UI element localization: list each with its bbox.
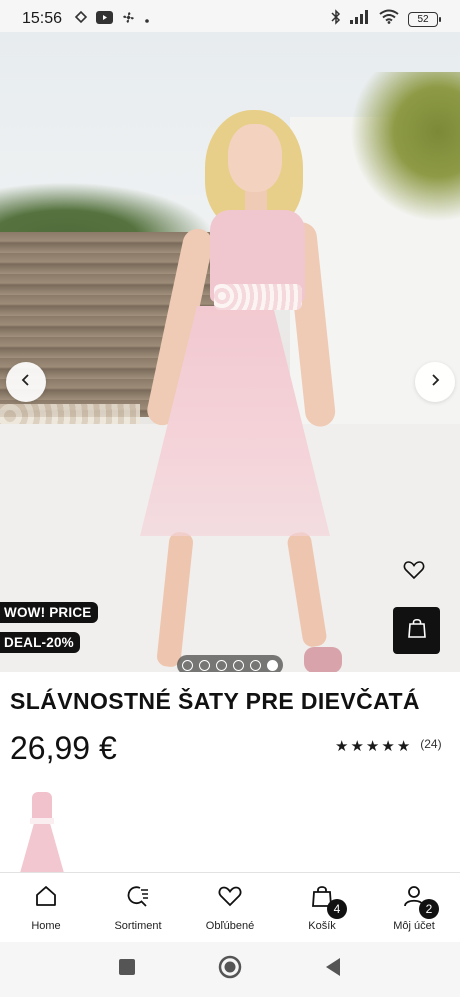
- back-button[interactable]: [324, 957, 342, 982]
- heart-icon: [218, 885, 242, 912]
- add-to-favorites-button[interactable]: [403, 560, 429, 584]
- product-image-carousel[interactable]: WOW! PRICE DEAL-20%: [0, 32, 460, 672]
- dot-icon: [144, 11, 150, 28]
- nav-account[interactable]: 2 Môj účet: [368, 885, 460, 932]
- cart-count-badge: 4: [327, 899, 347, 919]
- fan-icon: [121, 10, 136, 29]
- product-title: SLÁVNOSTNÉ ŠATY PRE DIEVČATÁ: [10, 688, 420, 714]
- carousel-dot[interactable]: [216, 659, 227, 671]
- system-navigation-bar: [0, 942, 460, 997]
- heart-icon: [403, 561, 425, 584]
- star-icon: ★: [396, 738, 411, 755]
- product-rating[interactable]: ★ ★ ★ ★ ★ (24): [335, 737, 442, 755]
- nav-favorites[interactable]: Obľúbené: [184, 885, 276, 932]
- shopping-bag-icon: [407, 617, 427, 644]
- carousel-dot[interactable]: [199, 659, 210, 671]
- nav-label: Obľúbené: [205, 920, 255, 932]
- product-price: 26,99 €: [10, 730, 117, 766]
- chevron-right-icon: [428, 373, 442, 392]
- nav-label: Sortiment: [114, 920, 162, 932]
- color-variant-thumbnail[interactable]: [14, 788, 70, 872]
- carousel-indicator: [177, 655, 283, 672]
- model-shoe-right: [304, 647, 342, 672]
- thumb-dress-lace: [30, 818, 54, 824]
- nav-label: Home: [31, 920, 61, 932]
- bluetooth-icon: [331, 8, 341, 30]
- star-icon: ★: [335, 738, 349, 755]
- background-palm: [350, 72, 460, 222]
- google-pay-icon: [74, 10, 88, 28]
- search-list-icon: [126, 885, 150, 912]
- status-bar-left: 15:56: [22, 10, 150, 29]
- nav-home[interactable]: Home: [0, 885, 92, 932]
- model-face: [228, 124, 282, 192]
- nav-cart[interactable]: 4 Košík: [276, 885, 368, 932]
- background-stones: [0, 404, 140, 426]
- thumb-dress-skirt: [20, 823, 64, 872]
- add-to-cart-button[interactable]: [393, 607, 440, 654]
- battery-icon: 52: [408, 11, 441, 27]
- status-time: 15:56: [22, 10, 63, 27]
- star-icon: ★: [350, 738, 364, 755]
- wow-price-badge: WOW! PRICE: [0, 602, 98, 623]
- bottom-navigation: Home Sortiment Obľúbené 4 Košík 2 Môj úč…: [0, 872, 460, 942]
- dress-lace: [214, 284, 302, 310]
- rating-count: (24): [420, 737, 442, 751]
- carousel-prev-button[interactable]: [6, 362, 46, 402]
- star-icon: ★: [365, 738, 380, 755]
- carousel-dot-active[interactable]: [267, 659, 278, 671]
- wifi-icon: [379, 9, 399, 29]
- nav-label: Košík: [308, 920, 336, 932]
- recents-button[interactable]: [118, 958, 136, 981]
- status-bar-right: 52: [331, 8, 441, 30]
- youtube-icon: [96, 10, 114, 28]
- deal-discount-badge: DEAL-20%: [0, 632, 80, 653]
- battery-level: 52: [417, 13, 429, 25]
- home-icon: [34, 885, 58, 912]
- carousel-dot[interactable]: [233, 659, 244, 671]
- carousel-next-button[interactable]: [415, 362, 455, 402]
- account-notification-badge: 2: [419, 899, 439, 919]
- carousel-dot[interactable]: [250, 659, 261, 671]
- home-button[interactable]: [218, 955, 242, 984]
- star-icon: ★: [381, 738, 395, 755]
- nav-sortiment[interactable]: Sortiment: [92, 885, 184, 932]
- chevron-left-icon: [19, 373, 33, 392]
- signal-icon: [350, 9, 370, 29]
- carousel-dot[interactable]: [182, 659, 193, 671]
- nav-label: Môj účet: [393, 920, 435, 932]
